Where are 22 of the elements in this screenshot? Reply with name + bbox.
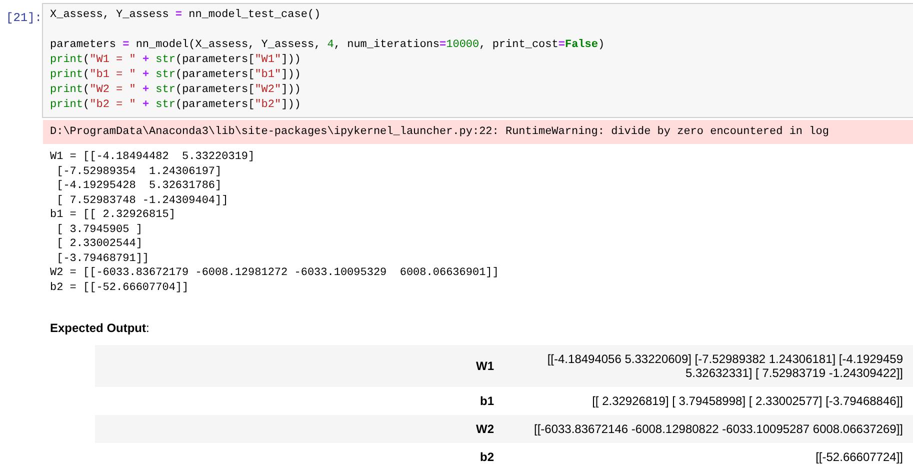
- table-cell: [[-4.18494056 5.33220609] [-7.52989382 1.24306181] [-4.1929459 5.32632331] [ 7.52983719 -1.24309422]]: [504, 345, 913, 387]
- output-line: [-7.52989354 1.24306197]: [56, 164, 223, 179]
- table-cell: W2: [95, 415, 504, 443]
- warning-output: D:\ProgramData\Anaconda3\lib\site-packages\ipykernel_launcher.py:22: RuntimeWarning: divide by zero encountered in log: [43, 120, 913, 144]
- table-cell: b2: [95, 443, 504, 471]
- output-line: W1 = [[-4.18494482 5.33220319]: [50, 150, 256, 164]
- output-line: b2 = [[-52.66607704]]: [50, 280, 190, 295]
- output-line: W2 = [[-6033.83672179 -6008.12981272 -6033.10095329 6008.06636901]]: [50, 266, 500, 280]
- table-cell: [[-52.66607724]]: [504, 443, 913, 471]
- table-cell: [[ 2.32926819] [ 3.79458998] [ 2.33002577] [-3.79468846]]: [504, 387, 913, 415]
- output-line: [-3.79468791]]: [56, 252, 150, 266]
- expected-output-heading: Expected Output:: [50, 321, 150, 335]
- output-line: [ 3.7945905 ]: [56, 222, 144, 237]
- output-line: [ 7.52983748 -1.24309404]]: [56, 194, 230, 208]
- cell-prompt: [21]:: [5, 10, 42, 27]
- table-cell: W1: [95, 345, 504, 387]
- output-line: [ 2.33002544]: [56, 237, 144, 252]
- table-cell: b1: [95, 387, 504, 415]
- output-line: [-4.19295428 5.32631786]: [56, 179, 223, 194]
- table-cell: [[-6033.83672146 -6008.12980822 -6033.10095287 6008.06637269]]: [504, 415, 913, 443]
- code-cell[interactable]: X_assess, Y_assess = nn_model_test_case() parameters = nn_model(X_assess, Y_assess, 4, num_iterations=10000, print_cost=False) print("W1 = " + str(parameters["W1"])) print("b1 = " + str(parameters["b1"])) print("W2 = " + str(parameters["W2"])) print("b2 = " + str(parameters["b2"])): [42, 3, 913, 118]
- output-line: b1 = [[ 2.32926815]: [50, 208, 176, 222]
